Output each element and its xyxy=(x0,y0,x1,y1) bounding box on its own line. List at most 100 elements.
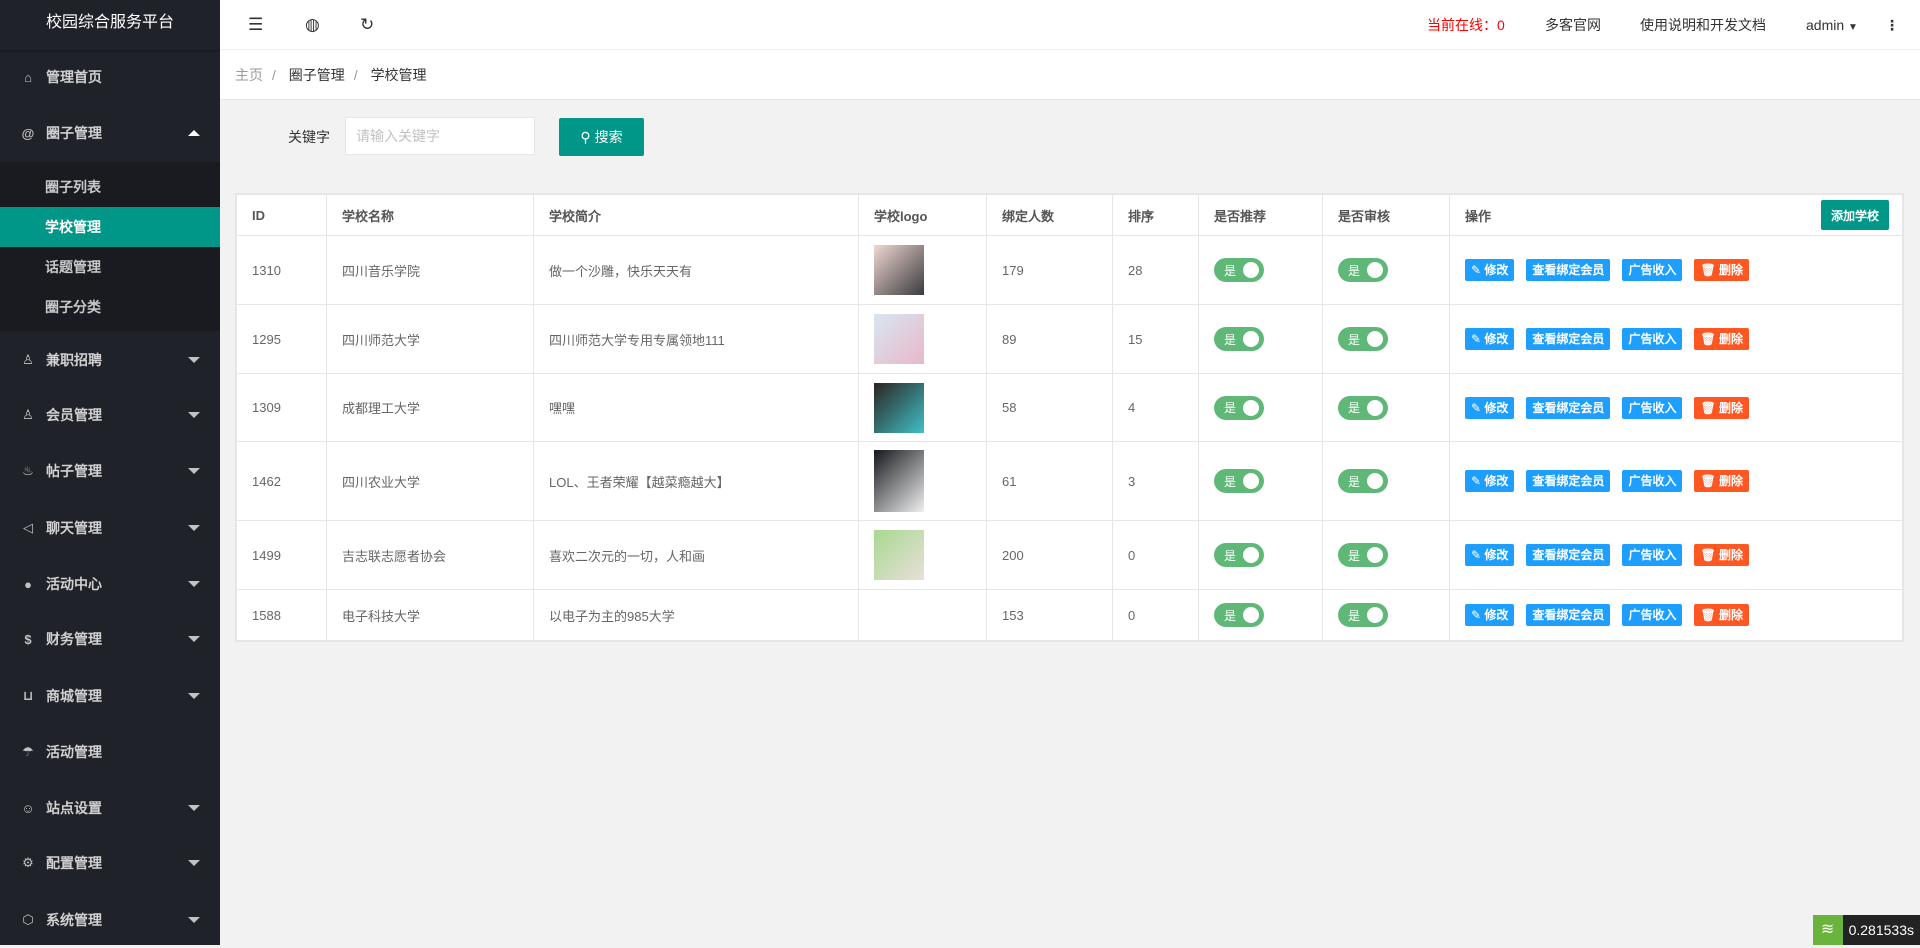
toggle-label: 是 xyxy=(1224,547,1236,564)
ad-income-button[interactable]: 广告收入 xyxy=(1622,470,1682,492)
pencil-icon: ✎ xyxy=(1471,263,1481,277)
sidebar-item-3[interactable]: ♙会员管理 xyxy=(0,387,220,443)
sidebar-item-2[interactable]: ♙兼职招聘 xyxy=(0,332,220,388)
recommend-toggle[interactable]: 是 xyxy=(1214,396,1264,420)
ad-income-button[interactable]: 广告收入 xyxy=(1622,259,1682,281)
docs-link[interactable]: 使用说明和开发文档 xyxy=(1640,0,1766,50)
official-site-link[interactable]: 多客官网 xyxy=(1545,0,1601,50)
ad-income-button[interactable]: 广告收入 xyxy=(1622,544,1682,566)
umbrella-icon: ☂ xyxy=(20,744,36,760)
compass-icon: ● xyxy=(20,577,36,592)
sidebar-item-10[interactable]: ☺站点设置 xyxy=(0,780,220,836)
cell-members: 179 xyxy=(987,236,1113,305)
sidebar-item-11[interactable]: ⚙配置管理 xyxy=(0,835,220,891)
edit-button[interactable]: ✎ 修改 xyxy=(1465,544,1514,566)
column-header: 学校名称 xyxy=(327,195,534,236)
edit-button[interactable]: ✎ 修改 xyxy=(1465,259,1514,281)
at-icon: @ xyxy=(20,126,36,141)
submenu-item[interactable]: 学校管理 xyxy=(0,207,220,247)
delete-button[interactable]: 🗑 删除 xyxy=(1694,544,1749,566)
search-button[interactable]: ⚲ 搜索 xyxy=(559,118,644,156)
ad-income-button[interactable]: 广告收入 xyxy=(1622,397,1682,419)
top-bar: ☰ ◍ ↻ 当前在线：0 多客官网 使用说明和开发文档 admin ▼ ⋮ xyxy=(220,0,1920,50)
audit-toggle[interactable]: 是 xyxy=(1338,396,1388,420)
cell-members: 200 xyxy=(987,521,1113,590)
delete-button[interactable]: 🗑 删除 xyxy=(1694,259,1749,281)
delete-label: 删除 xyxy=(1719,401,1743,415)
more-icon[interactable]: ⋮ xyxy=(1885,0,1899,50)
app-title: 校园综合服务平台 xyxy=(0,0,220,50)
search-icon: ⚲ xyxy=(580,129,590,145)
delete-label: 删除 xyxy=(1719,548,1743,562)
view-members-button[interactable]: 查看绑定会员 xyxy=(1526,544,1610,566)
view-members-button[interactable]: 查看绑定会员 xyxy=(1526,397,1610,419)
view-members-button[interactable]: 查看绑定会员 xyxy=(1526,259,1610,281)
recommend-toggle[interactable]: 是 xyxy=(1214,603,1264,627)
submenu-item[interactable]: 圈子分类 xyxy=(0,287,220,327)
sidebar-item-6[interactable]: ●活动中心 xyxy=(0,556,220,612)
toggle-knob xyxy=(1367,400,1383,416)
edit-button[interactable]: ✎ 修改 xyxy=(1465,470,1514,492)
edit-label: 修改 xyxy=(1484,474,1508,488)
user-menu[interactable]: admin ▼ xyxy=(1806,0,1858,50)
view-members-button[interactable]: 查看绑定会员 xyxy=(1526,470,1610,492)
view-members-button[interactable]: 查看绑定会员 xyxy=(1526,328,1610,350)
delete-button[interactable]: 🗑 删除 xyxy=(1694,328,1749,350)
globe-icon[interactable]: ◍ xyxy=(305,15,320,35)
sidebar-item-7[interactable]: $财务管理 xyxy=(0,611,220,667)
view-members-button[interactable]: 查看绑定会员 xyxy=(1526,604,1610,626)
delete-button[interactable]: 🗑 删除 xyxy=(1694,397,1749,419)
sidebar-item-0[interactable]: ⌂管理首页 xyxy=(0,49,220,105)
cell-intro: 嘿嘿 xyxy=(534,374,859,442)
submenu-item[interactable]: 圈子列表 xyxy=(0,167,220,207)
add-school-button[interactable]: 添加学校 xyxy=(1821,200,1889,230)
audit-toggle[interactable]: 是 xyxy=(1338,469,1388,493)
ad-income-button[interactable]: 广告收入 xyxy=(1622,604,1682,626)
breadcrumb-current: 学校管理 xyxy=(371,67,427,83)
breadcrumb-home[interactable]: 主页 xyxy=(235,67,263,83)
sidebar-item-label: 会员管理 xyxy=(46,405,102,425)
audit-toggle[interactable]: 是 xyxy=(1338,327,1388,351)
sidebar: 校园综合服务平台 ⌂管理首页@圈子管理圈子列表学校管理话题管理圈子分类 ♙兼职招聘… xyxy=(0,0,220,945)
sidebar-item-label: 管理首页 xyxy=(46,67,102,87)
sidebar-item-label: 配置管理 xyxy=(46,853,102,873)
recommend-toggle[interactable]: 是 xyxy=(1214,258,1264,282)
audit-toggle[interactable]: 是 xyxy=(1338,258,1388,282)
delete-button[interactable]: 🗑 删除 xyxy=(1694,604,1749,626)
edit-button[interactable]: ✎ 修改 xyxy=(1465,397,1514,419)
ad-income-button[interactable]: 广告收入 xyxy=(1622,328,1682,350)
edit-button[interactable]: ✎ 修改 xyxy=(1465,328,1514,350)
toggle-label: 是 xyxy=(1224,331,1236,348)
delete-label: 删除 xyxy=(1719,608,1743,622)
trash-icon: 🗑 xyxy=(1700,608,1715,622)
refresh-icon[interactable]: ↻ xyxy=(360,15,374,35)
recommend-toggle[interactable]: 是 xyxy=(1214,543,1264,567)
cell-members: 153 xyxy=(987,590,1113,641)
breadcrumb-circle[interactable]: 圈子管理 xyxy=(289,67,345,83)
sidebar-item-12[interactable]: ⬡系统管理 xyxy=(0,892,220,948)
cell-sort: 15 xyxy=(1113,305,1199,374)
sidebar-item-9[interactable]: ☂活动管理 xyxy=(0,724,220,780)
recommend-toggle[interactable]: 是 xyxy=(1214,327,1264,351)
cell-id: 1295 xyxy=(237,305,327,374)
chevron-down-icon xyxy=(188,693,200,699)
audit-toggle[interactable]: 是 xyxy=(1338,603,1388,627)
delete-label: 删除 xyxy=(1719,263,1743,277)
sidebar-item-5[interactable]: ◁聊天管理 xyxy=(0,500,220,556)
edit-button[interactable]: ✎ 修改 xyxy=(1465,604,1514,626)
keyword-input[interactable] xyxy=(345,117,535,155)
cell-id: 1309 xyxy=(237,374,327,442)
toggle-knob xyxy=(1367,547,1383,563)
audit-toggle[interactable]: 是 xyxy=(1338,543,1388,567)
column-header: 是否推荐 xyxy=(1199,195,1323,236)
sidebar-item-8[interactable]: ⊔商城管理 xyxy=(0,668,220,724)
delete-button[interactable]: 🗑 删除 xyxy=(1694,470,1749,492)
cell-logo xyxy=(859,590,987,641)
school-logo xyxy=(874,314,924,364)
recommend-toggle[interactable]: 是 xyxy=(1214,469,1264,493)
collapse-menu-icon[interactable]: ☰ xyxy=(248,15,263,35)
cell-members: 89 xyxy=(987,305,1113,374)
submenu-item[interactable]: 话题管理 xyxy=(0,247,220,287)
sidebar-item-1[interactable]: @圈子管理 xyxy=(0,105,220,161)
sidebar-item-4[interactable]: ♨帖子管理 xyxy=(0,443,220,499)
